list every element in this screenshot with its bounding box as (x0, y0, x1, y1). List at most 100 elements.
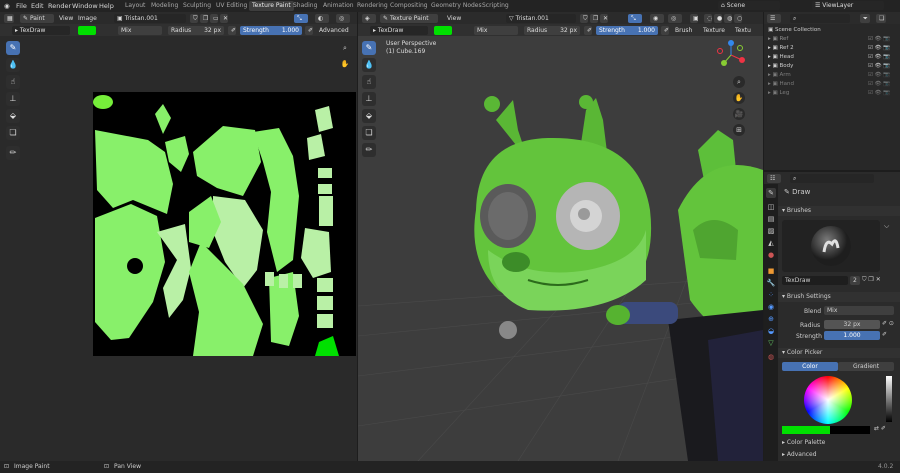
menu-window[interactable]: Window (72, 2, 98, 10)
outliner-row-hand[interactable]: ▸ ▣ Hand ☑ 👁 📷 (768, 80, 900, 89)
draw-tool-icon[interactable]: ✎ (6, 41, 20, 55)
soften-tool-icon[interactable]: 💧 (6, 58, 20, 72)
radius-field[interactable]: 32 px (824, 320, 880, 329)
tab-rendering[interactable]: Rendering (354, 1, 391, 11)
editor-type-icon[interactable]: ▦ (4, 13, 14, 23)
menu-file[interactable]: File (16, 2, 27, 10)
gizmo-icon[interactable]: ⤡ (628, 13, 642, 23)
menu-help[interactable]: Help (99, 2, 114, 10)
brush-selector[interactable]: ▸ TexDraw (370, 25, 428, 35)
brush-preview[interactable] (782, 220, 880, 272)
checkbox-icon[interactable]: ☑ 👁 📷 (868, 62, 890, 71)
checkbox-icon[interactable]: ☑ 👁 📷 (868, 44, 890, 53)
brush-settings-header[interactable]: ▾ Brush Settings (778, 292, 900, 302)
image-menu[interactable]: Image (75, 14, 100, 23)
tab-uv-editing[interactable]: UV Editing (213, 1, 250, 11)
shield-icon[interactable]: ⛉ (190, 13, 198, 23)
color-palette-header[interactable]: ▸ Color Palette (778, 438, 900, 448)
view-menu[interactable]: View (444, 14, 464, 23)
annotate-tool-icon[interactable]: ✏ (6, 146, 20, 160)
scene-collection-row[interactable]: ▣ Scene Collection (768, 26, 900, 35)
tab-layout[interactable]: Layout (122, 1, 148, 11)
overlay-icon[interactable]: ◎ (336, 13, 350, 23)
swap-colors-icon[interactable]: ⇄ ✐ (874, 425, 886, 432)
brush-list-menu-icon[interactable]: ⌵ (884, 222, 889, 231)
new-collection-icon[interactable]: ❏ (876, 13, 886, 23)
pressure-icon[interactable]: ✐ (661, 25, 669, 35)
tab-sculpting[interactable]: Sculpting (180, 1, 214, 11)
image-canvas-area[interactable]: ✎ 💧 ☝ ⊥ ⬙ ❏ ✏ ⌕ ✋ (0, 36, 357, 461)
particles-tab-icon[interactable]: ⁘ (766, 290, 776, 300)
shading-render-icon[interactable]: ○ (734, 13, 742, 23)
gradient-tab[interactable]: Gradient (838, 362, 894, 371)
tab-shading[interactable]: Shading (290, 1, 320, 11)
strength-field[interactable]: Strength 1.000 (596, 25, 658, 35)
output-tab-icon[interactable]: ▤ (766, 214, 776, 224)
checkbox-icon[interactable]: ☑ 👁 📷 (868, 71, 890, 80)
brush-name-field[interactable]: TexDraw (782, 276, 848, 285)
pressure-icon[interactable]: ✐ (584, 25, 592, 35)
brush-selector[interactable]: ▸ TexDraw (12, 25, 70, 35)
fill-tool-icon[interactable]: ⬙ (362, 109, 376, 123)
tab-texture-paint[interactable]: Texture Paint (249, 1, 294, 11)
properties-editor-icon[interactable]: ☷ (767, 173, 781, 183)
strength-pressure-icon[interactable]: ✐ (882, 331, 887, 338)
mask-tool-icon[interactable]: ❏ (362, 126, 376, 140)
color-tab[interactable]: Color (782, 362, 838, 371)
blender-logo-icon[interactable]: ◉ (4, 2, 10, 10)
scene-tab-icon[interactable]: ◭ (766, 238, 776, 248)
editor-type-icon[interactable]: ◈ (362, 13, 376, 23)
mask-tool-icon[interactable]: ❏ (6, 126, 20, 140)
tab-scripting[interactable]: Scripting (479, 1, 512, 11)
outliner-search[interactable]: ⌕ (790, 13, 850, 23)
uv-sync-icon[interactable]: ⤡ (294, 13, 308, 23)
data-tab-icon[interactable]: ◒ (766, 326, 776, 336)
pressure-icon[interactable]: ✐ (228, 25, 236, 35)
brush-actions-icon[interactable]: ⛉ ❐ ✕ (862, 276, 881, 284)
view-layer-tab-icon[interactable]: ▨ (766, 226, 776, 236)
blend-selector[interactable]: Mix (118, 25, 162, 35)
menu-edit[interactable]: Edit (31, 2, 44, 10)
constraints-tab-icon[interactable]: ⊕ (766, 314, 776, 324)
radius-field[interactable]: Radius 32 px (168, 25, 224, 35)
smear-tool-icon[interactable]: ☝ (6, 75, 20, 89)
advanced-panel-header[interactable]: ▸ Advanced (778, 450, 900, 460)
shield-icon[interactable]: ⛉ (580, 13, 588, 23)
brush-color-swatch[interactable] (434, 25, 452, 35)
tab-animation[interactable]: Animation (320, 1, 357, 11)
image-selector[interactable]: ▣ Tristan.001 (114, 13, 186, 23)
scene-selector[interactable]: ⌂ Scene (718, 1, 780, 10)
properties-search[interactable]: ⌕ (790, 173, 874, 183)
folder-icon[interactable]: ▭ (210, 13, 218, 23)
clone-tool-icon[interactable]: ⊥ (362, 92, 376, 106)
fill-tool-icon[interactable]: ⬙ (6, 109, 20, 123)
close-icon[interactable]: ✕ (220, 13, 228, 23)
object-selector[interactable]: ▽ Tristan.001 (506, 13, 576, 23)
color-picker-header[interactable]: ▾ Color Picker (778, 348, 900, 358)
annotate-tool-icon[interactable]: ✏ (362, 143, 376, 157)
brush-users-count[interactable]: 2 (850, 276, 860, 285)
view-menu[interactable]: View (56, 14, 76, 23)
outliner-row-leg[interactable]: ▸ ▣ Leg ☑ 👁 📷 (768, 89, 900, 98)
shading-solid-icon[interactable]: ● (714, 13, 722, 23)
outliner-row-head[interactable]: ▸ ▣ Head ☑ 👁 📷 (768, 53, 900, 62)
outliner-row-body[interactable]: ▸ ▣ Body ☑ 👁 📷 (768, 62, 900, 71)
mesh-tab-icon[interactable]: ▽ (766, 338, 776, 348)
mode-selector[interactable]: ✎ Paint (20, 13, 54, 23)
texture-menu[interactable]: Texture (700, 26, 728, 35)
duplicate-icon[interactable]: ❐ (590, 13, 598, 23)
blend-selector[interactable]: Mix (474, 25, 518, 35)
outliner-row-arm[interactable]: ▸ ▣ Arm ☑ 👁 📷 (768, 71, 900, 80)
draw-tool-icon[interactable]: ✎ (362, 41, 376, 55)
advanced-menu[interactable]: Advanced (316, 26, 352, 35)
xray-icon[interactable]: ▣ (690, 13, 698, 23)
visibility-icon[interactable]: ◉ (650, 13, 664, 23)
material-tab-icon[interactable]: ◍ (766, 352, 776, 362)
checkbox-icon[interactable]: ☑ 👁 📷 (868, 35, 890, 44)
filter-icon[interactable]: ⏷ (860, 13, 870, 23)
shading-material-icon[interactable]: ◍ (724, 13, 732, 23)
navigation-gizmo[interactable] (716, 40, 746, 70)
checkbox-icon[interactable]: ☑ 👁 📷 (868, 80, 890, 89)
clone-tool-icon[interactable]: ⊥ (6, 92, 20, 106)
view-layer-selector[interactable]: ☰ ViewLayer (812, 1, 884, 10)
